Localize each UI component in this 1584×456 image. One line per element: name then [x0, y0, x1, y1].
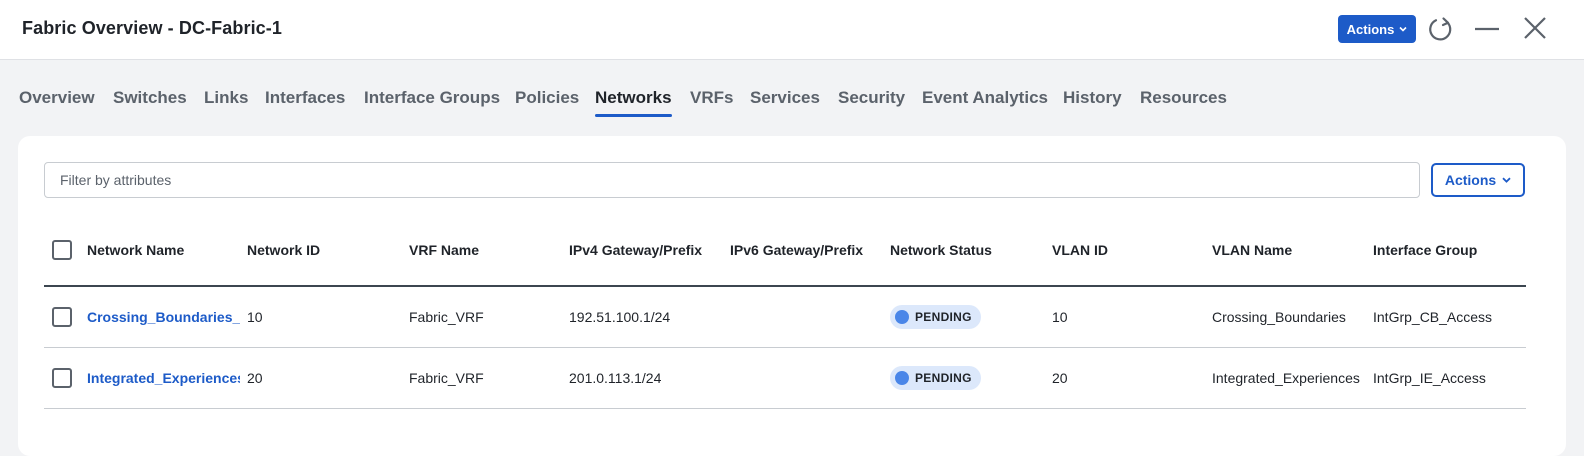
row-checkbox[interactable] — [52, 307, 72, 327]
tab-overview[interactable]: Overview — [19, 88, 95, 122]
tab-services[interactable]: Services — [750, 88, 820, 122]
tab-vrfs[interactable]: VRFs — [690, 88, 733, 122]
header-actions-button[interactable]: Actions — [1338, 15, 1416, 43]
network-status-cell: PENDING — [890, 287, 1045, 347]
table-row: Crossing_Boundaries_1 10 Fabric_VRF 192.… — [44, 287, 1526, 348]
interface-group: IntGrp_CB_Access — [1373, 309, 1493, 325]
refresh-icon[interactable] — [1426, 14, 1456, 44]
networks-table: Network Name Network ID VRF Name IPv4 Ga… — [44, 214, 1526, 409]
table-row: Integrated_Experiences 20 Fabric_VRF 201… — [44, 348, 1526, 409]
tab-bar: Overview Switches Links Interfaces Inter… — [0, 60, 1584, 122]
network-id: 20 — [247, 370, 263, 386]
status-label: PENDING — [915, 310, 972, 324]
filter-input[interactable] — [44, 162, 1420, 198]
interface-group: IntGrp_IE_Access — [1373, 370, 1486, 386]
column-header-vrf-name[interactable]: VRF Name — [409, 214, 559, 285]
status-label: PENDING — [915, 371, 972, 385]
vrf-name: Fabric_VRF — [409, 370, 484, 386]
column-header-interface-group[interactable]: Interface Group — [1373, 214, 1526, 285]
column-header-network-name[interactable]: Network Name — [87, 214, 240, 285]
row-select-cell — [52, 287, 82, 347]
window-header: Fabric Overview - DC-Fabric-1 Actions — [0, 0, 1584, 60]
column-header-ipv4[interactable]: IPv4 Gateway/Prefix — [569, 214, 724, 285]
chevron-down-icon — [1502, 176, 1511, 185]
header-actions-label: Actions — [1346, 21, 1395, 37]
networks-card: Actions Network Name Network ID VRF Name… — [18, 136, 1566, 456]
ipv4-gateway: 201.0.113.1/24 — [569, 370, 662, 386]
row-checkbox[interactable] — [52, 368, 72, 388]
network-name-link[interactable]: Crossing_Boundaries_1 — [87, 309, 240, 325]
minimize-icon[interactable] — [1473, 14, 1503, 44]
page-title: Fabric Overview - DC-Fabric-1 — [22, 18, 282, 38]
ipv4-gateway: 192.51.100.1/24 — [569, 309, 671, 325]
tab-history[interactable]: History — [1063, 88, 1122, 122]
column-header-network-status[interactable]: Network Status — [890, 214, 1045, 285]
ipv6-gateway — [730, 348, 885, 408]
ipv6-gateway — [730, 287, 885, 347]
vlan-name: Integrated_Experiences — [1212, 370, 1360, 386]
column-header-vlan-id[interactable]: VLAN ID — [1052, 214, 1202, 285]
row-select-cell — [52, 348, 82, 408]
tab-links[interactable]: Links — [204, 88, 248, 122]
status-dot-icon — [895, 371, 909, 385]
tab-resources[interactable]: Resources — [1140, 88, 1227, 122]
table-header: Network Name Network ID VRF Name IPv4 Ga… — [44, 214, 1526, 287]
tab-networks[interactable]: Networks — [595, 88, 672, 122]
close-icon[interactable] — [1521, 14, 1551, 44]
select-all-checkbox[interactable] — [52, 239, 72, 260]
tab-policies[interactable]: Policies — [515, 88, 579, 122]
status-badge: PENDING — [890, 366, 981, 390]
vlan-id: 20 — [1052, 370, 1068, 386]
vlan-id: 10 — [1052, 309, 1068, 325]
column-header-ipv6[interactable]: IPv6 Gateway/Prefix — [730, 214, 885, 285]
chevron-down-icon — [1399, 25, 1407, 34]
tab-interface-groups[interactable]: Interface Groups — [364, 88, 500, 122]
tab-security[interactable]: Security — [838, 88, 905, 122]
vrf-name: Fabric_VRF — [409, 309, 484, 325]
table-actions-button[interactable]: Actions — [1431, 163, 1525, 197]
network-name-link[interactable]: Integrated_Experiences — [87, 370, 240, 386]
tab-event-analytics[interactable]: Event Analytics — [922, 88, 1048, 122]
vlan-name: Crossing_Boundaries — [1212, 309, 1346, 325]
select-all-cell — [52, 214, 82, 285]
status-dot-icon — [895, 310, 909, 324]
column-header-network-id[interactable]: Network ID — [247, 214, 397, 285]
table-actions-label: Actions — [1444, 172, 1497, 188]
column-header-vlan-name[interactable]: VLAN Name — [1212, 214, 1368, 285]
tab-switches[interactable]: Switches — [113, 88, 187, 122]
tab-interfaces[interactable]: Interfaces — [265, 88, 345, 122]
network-id: 10 — [247, 309, 263, 325]
status-badge: PENDING — [890, 305, 981, 329]
network-status-cell: PENDING — [890, 348, 1045, 408]
